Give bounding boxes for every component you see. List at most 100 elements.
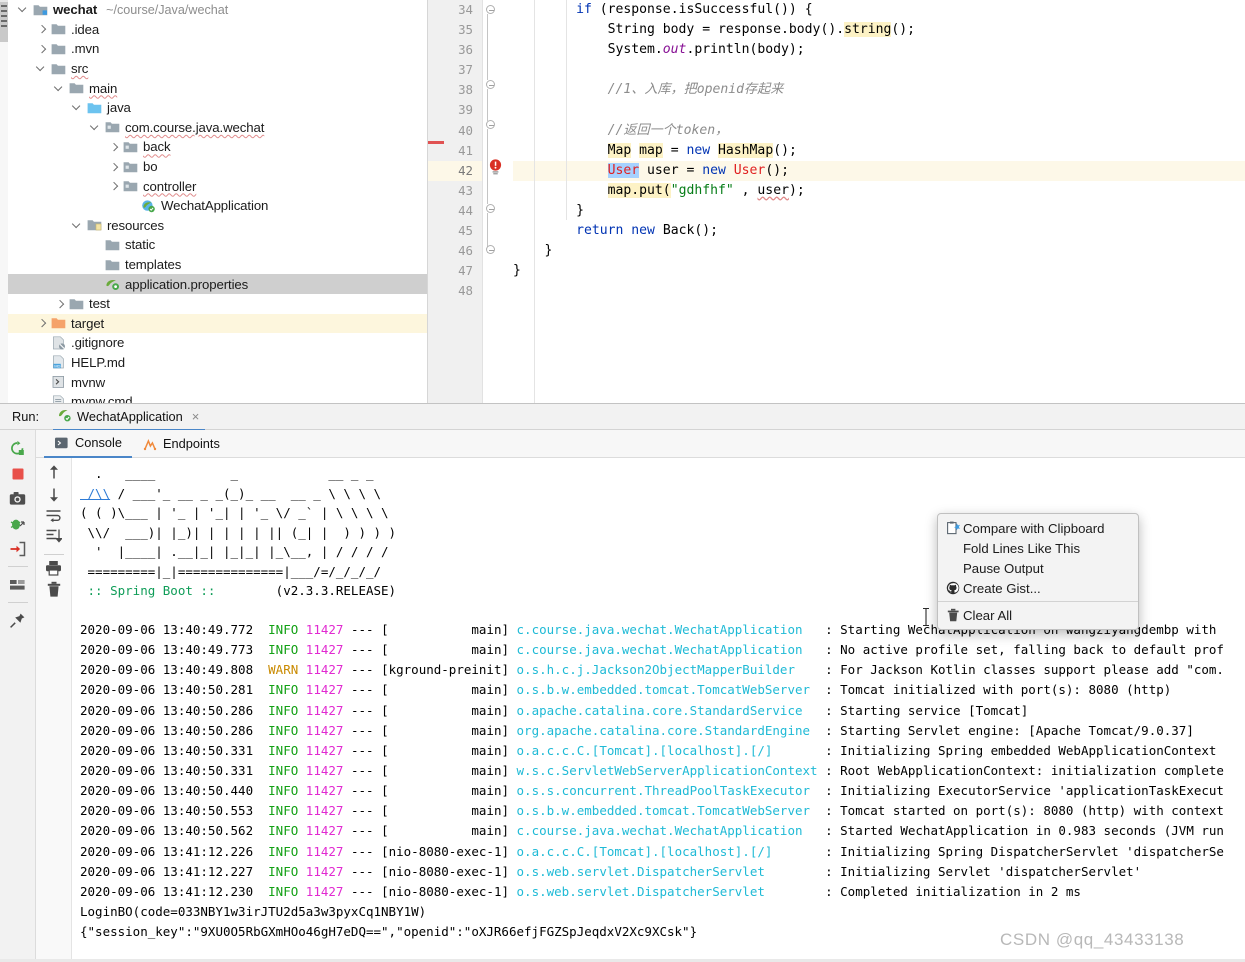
close-tab-icon[interactable]: ×: [192, 410, 200, 423]
debug-attach-icon[interactable]: [6, 511, 30, 536]
tree-row-bo[interactable]: bo: [8, 157, 427, 177]
chevron-down-icon[interactable]: [91, 122, 102, 133]
tree-row-wechatapplication[interactable]: WechatApplication: [8, 196, 427, 216]
chevron-right-icon[interactable]: [37, 43, 48, 54]
tree-row-controller[interactable]: controller: [8, 176, 427, 196]
tree-row-back[interactable]: back: [8, 137, 427, 157]
log-logger: o.a.c.c.C.[Tomcat].[localhost].[/]: [516, 742, 818, 758]
tree-row-label: controller: [143, 178, 197, 194]
tree-row-target[interactable]: target: [8, 313, 427, 334]
menu-item-create-gist[interactable]: Create Gist...: [938, 578, 1138, 598]
log-line: 2020-09-06 13:41:12.227 INFO 11427 --- […: [80, 863, 1142, 879]
tree-row-label: application.properties: [125, 276, 249, 292]
chevron-right-icon[interactable]: [55, 298, 66, 309]
rerun-icon[interactable]: [6, 436, 30, 461]
tab-label: Console: [75, 435, 122, 450]
code-line[interactable]: System.out.println(body);: [513, 40, 1245, 60]
code-line[interactable]: User user = new User();: [513, 160, 1245, 181]
chevron-right-icon[interactable]: [37, 318, 48, 329]
code-line[interactable]: return new Back();: [513, 221, 1245, 241]
menu-item-compare-with-clipboard[interactable]: Compare with Clipboard: [938, 518, 1138, 538]
chevron-down-icon[interactable]: [55, 83, 66, 94]
chevron-down-icon[interactable]: [19, 4, 30, 15]
code-line[interactable]: //1、入库，把openid存起来: [513, 80, 1245, 100]
tree-row-help-md[interactable]: MD HELP.md: [8, 353, 427, 373]
chevron-right-icon[interactable]: [37, 24, 48, 35]
chevron-right-icon[interactable]: [109, 161, 120, 172]
tree-row-resources[interactable]: resources: [8, 216, 427, 236]
tree-no-arrow: [37, 357, 48, 368]
tree-row-main[interactable]: main: [8, 78, 427, 98]
chevron-down-icon[interactable]: [73, 220, 84, 231]
tree-row--idea[interactable]: .idea: [8, 20, 427, 40]
code-token: }: [513, 263, 521, 279]
editor-fold-column: [483, 0, 513, 403]
stop-icon[interactable]: [6, 461, 30, 486]
camera-icon[interactable]: [6, 486, 30, 511]
tab-endpoints[interactable]: Endpoints: [132, 430, 230, 458]
code-text-area[interactable]: if (response.isSuccessful()) { String bo…: [513, 0, 1245, 403]
fold-marker-icon[interactable]: [486, 204, 495, 213]
log-pid: 11427: [305, 682, 344, 698]
project-tree[interactable]: wechat ~/course/Java/wechat .idea .mvn src ma…: [8, 0, 428, 403]
code-editor[interactable]: 34 35 36 37 38 39 40 41 42 43 44 45 46 47 48: [428, 0, 1245, 403]
code-line[interactable]: }: [513, 201, 1245, 221]
chevron-right-icon[interactable]: [109, 141, 120, 152]
tree-row--mvn[interactable]: .mvn: [8, 39, 427, 59]
menu-item-fold-lines-like-this[interactable]: Fold Lines Like This: [938, 538, 1138, 558]
tree-row-src[interactable]: src: [8, 59, 427, 79]
chevron-down-icon[interactable]: [73, 102, 84, 113]
tree-row-wechat[interactable]: wechat ~/course/Java/wechat: [8, 0, 427, 20]
code-line[interactable]: map.put("gdhfhf" , user);: [513, 181, 1245, 201]
code-line[interactable]: String body = response.body().string();: [513, 20, 1245, 40]
code-line[interactable]: }: [513, 241, 1245, 261]
export-icon[interactable]: [6, 536, 30, 561]
scroll-down-icon[interactable]: [46, 486, 62, 508]
menu-item-label: Fold Lines Like This: [963, 540, 1081, 556]
tree-row--gitignore[interactable]: .gitignore: [8, 333, 427, 353]
fold-marker-icon[interactable]: [486, 245, 495, 254]
log-level: INFO: [268, 883, 299, 899]
log-logger: c.course.java.wechat.WechatApplication: [516, 622, 818, 637]
console-context-menu[interactable]: Compare with Clipboard Fold Lines Like Th…: [937, 513, 1139, 630]
tree-row-label: wechat: [53, 2, 98, 18]
tree-row-test[interactable]: test: [8, 294, 427, 314]
code-line[interactable]: //返回一个token，: [513, 121, 1245, 141]
menu-item-pause-output[interactable]: Pause Output: [938, 558, 1138, 578]
chevron-right-icon[interactable]: [109, 181, 120, 192]
tree-row-mvnw-cmd[interactable]: mvnw.cmd: [8, 392, 427, 403]
log-message: Initializing ExecutorService 'applicatio…: [840, 783, 1224, 799]
tree-row-mvnw[interactable]: mvnw: [8, 372, 427, 392]
scroll-up-icon[interactable]: [46, 464, 62, 486]
trash-icon[interactable]: [46, 581, 62, 603]
tree-row-templates[interactable]: templates: [8, 255, 427, 275]
soft-wrap-icon[interactable]: [45, 508, 62, 528]
code-line[interactable]: if (response.isSuccessful()) {: [513, 0, 1245, 20]
code-line[interactable]: [513, 281, 1245, 301]
menu-item-clear-all[interactable]: Clear All: [938, 605, 1138, 625]
chevron-down-icon[interactable]: [37, 63, 48, 74]
line-number: 48: [458, 283, 473, 299]
tree-row-application-properties[interactable]: application.properties: [8, 274, 427, 294]
fold-marker-icon[interactable]: [486, 5, 495, 14]
scroll-to-end-icon[interactable]: [45, 528, 64, 549]
code-line[interactable]: [513, 60, 1245, 80]
tree-row-java[interactable]: java: [8, 98, 427, 118]
code-line[interactable]: [513, 100, 1245, 120]
code-line[interactable]: }: [513, 261, 1245, 281]
run-configuration-tab[interactable]: WechatApplication ×: [53, 405, 206, 431]
tree-row-com-course-java-wechat[interactable]: com.course.java.wechat: [8, 118, 427, 138]
spring-class-icon: [141, 199, 156, 213]
console-tabs-bar[interactable]: Console Endpoints: [36, 430, 1245, 458]
fold-marker-icon[interactable]: [486, 80, 495, 89]
print-icon[interactable]: [45, 560, 62, 581]
left-tool-strip: [0, 0, 8, 403]
layout-settings-icon[interactable]: [6, 572, 30, 597]
code-line[interactable]: Map map = new HashMap();: [513, 141, 1245, 161]
fold-marker-icon[interactable]: [486, 120, 495, 129]
pin-icon[interactable]: [6, 608, 30, 633]
intention-bulb-icon[interactable]: [488, 159, 503, 176]
tab-console[interactable]: Console: [44, 430, 132, 458]
tree-row-static[interactable]: static: [8, 235, 427, 255]
